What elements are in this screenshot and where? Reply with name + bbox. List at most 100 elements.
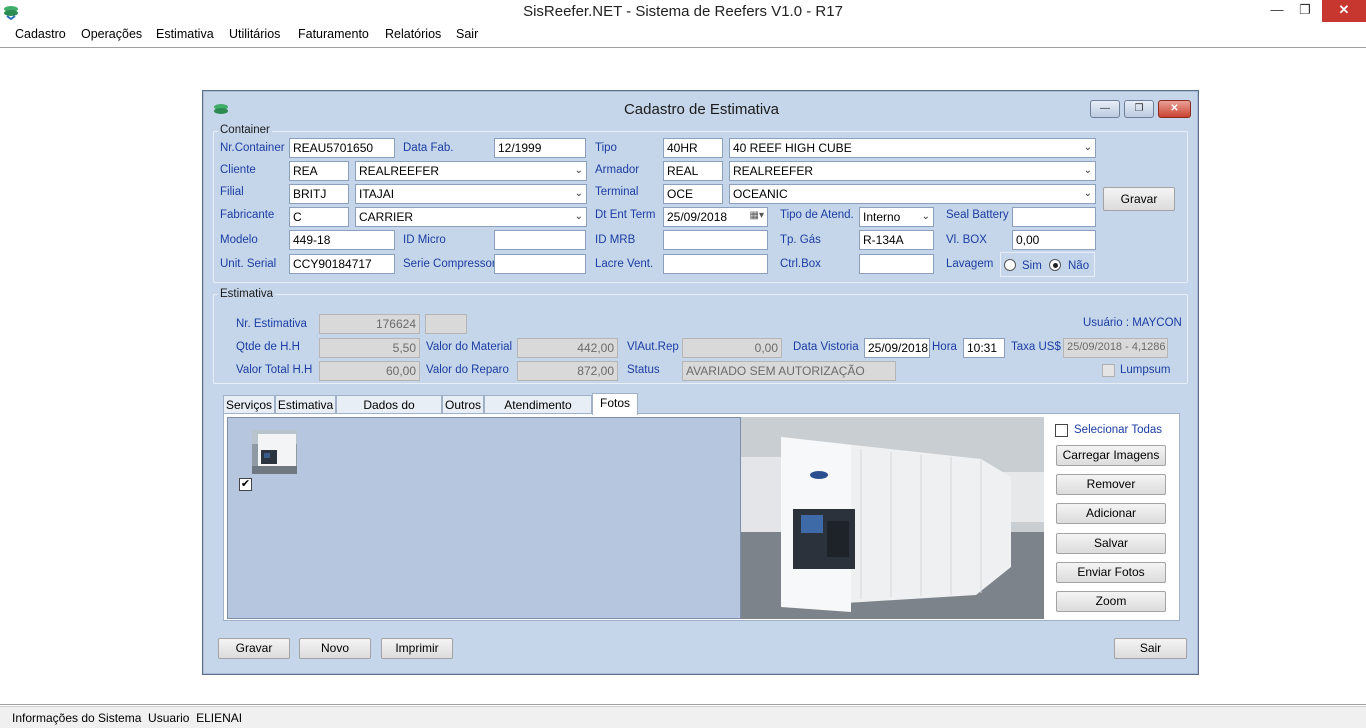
qtde-hh-input[interactable]: 5,50 [319,338,420,358]
nr-estimativa-input[interactable]: 176624 [319,314,420,334]
carregar-imagens-button[interactable]: Carregar Imagens [1056,445,1166,466]
tipo-code-input[interactable]: 40HR [663,138,723,158]
tab-estimativa[interactable]: Estimativa [275,395,336,415]
window-title: SisReefer.NET - Sistema de Reefers V1.0 … [523,3,843,20]
tab-outros[interactable]: Outros [442,395,484,415]
zoom-button[interactable]: Zoom [1056,591,1166,612]
terminal-code-input[interactable]: OCE [663,184,723,204]
tipo-label: Tipo [595,142,617,154]
nr-container-input[interactable]: REAU5701650 [289,138,395,158]
hora-input[interactable]: 10:31 [963,338,1005,358]
tab-dados-do-container[interactable]: Dados do Container [336,395,442,430]
ctrl-box-input[interactable] [859,254,934,274]
valor-reparo-input[interactable]: 872,00 [517,361,618,381]
nr-estimativa-extra[interactable] [425,314,467,334]
terminal-label: Terminal [595,186,639,198]
sair-button[interactable]: Sair [1114,638,1187,659]
status-input[interactable]: AVARIADO SEM AUTORIZAÇÃO [682,361,896,381]
lumpsum-checkbox[interactable] [1102,364,1115,377]
tab-fotos[interactable]: Fotos [592,393,638,415]
data-vistoria-input[interactable]: 25/09/2018 [864,338,930,358]
tp-gas-input[interactable]: R-134A [859,230,934,250]
vl-box-input[interactable]: 0,00 [1012,230,1096,250]
menu-relatorios[interactable]: Relatórios [385,27,441,41]
fabricante-select[interactable]: CARRIER ⌄ [355,207,587,227]
novo-button[interactable]: Novo [299,638,371,659]
modelo-input[interactable]: 449-18 [289,230,395,250]
gravar-button[interactable]: Gravar [218,638,290,659]
filial-code-input[interactable]: BRITJ [289,184,349,204]
filial-select[interactable]: ITAJAI ⌄ [355,184,587,204]
menu-operacoes[interactable]: Operações [81,27,142,41]
dialog-close-button[interactable]: ✕ [1158,100,1191,118]
status-bar: Informações do Sistema Usuario ELIENAI [0,706,1366,728]
armador-select[interactable]: REALREEFER ⌄ [729,161,1096,181]
cliente-select[interactable]: REALREEFER ⌄ [355,161,587,181]
close-button[interactable]: ✕ [1322,0,1366,22]
photo-preview [741,417,1044,619]
cliente-select-value: REALREEFER [359,164,440,178]
remover-button[interactable]: Remover [1056,474,1166,495]
dt-ent-term-label: Dt Ent Term [595,209,656,221]
tipo-select-value: 40 REEF HIGH CUBE [733,141,852,155]
armador-label: Armador [595,164,640,176]
menu-utilitarios[interactable]: Utilitários [229,27,280,41]
menu-estimativa[interactable]: Estimativa [156,27,214,41]
photo-select-checkbox[interactable]: ✔ [239,478,252,491]
menu-faturamento[interactable]: Faturamento [298,27,369,41]
data-fab-label: Data Fab. [403,142,454,154]
lavagem-sim-radio[interactable] [1004,259,1016,271]
vl-box-label: Vl. BOX [946,234,987,246]
cliente-code-input[interactable]: REA [289,161,349,181]
unit-serial-input[interactable]: CCY90184717 [289,254,395,274]
valor-total-hh-input[interactable]: 60,00 [319,361,420,381]
lavagem-nao-radio[interactable] [1049,259,1061,271]
taxa-us-input[interactable]: 25/09/2018 - 4,1286 [1063,338,1168,358]
photo-thumbnail[interactable] [252,430,297,474]
container-photo [741,417,1044,619]
gravar-container-button[interactable]: Gravar [1103,187,1175,211]
lavagem-nao-label[interactable]: Não [1068,260,1089,272]
dialog-restore-button[interactable]: ❐ [1124,100,1154,118]
tab-atendimento-externo[interactable]: Atendimento Externo [484,395,592,430]
valor-material-input[interactable]: 442,00 [517,338,618,358]
selecionar-todas-checkbox[interactable] [1055,424,1068,437]
tipo-select[interactable]: 40 REEF HIGH CUBE ⌄ [729,138,1096,158]
fabricante-code-input[interactable]: C [289,207,349,227]
lacre-vent-label: Lacre Vent. [595,258,654,270]
id-micro-label: ID Micro [403,234,446,246]
menu-sair[interactable]: Sair [456,27,478,41]
lavagem-label: Lavagem [946,258,994,270]
adicionar-button[interactable]: Adicionar [1056,503,1166,524]
salvar-button[interactable]: Salvar [1056,533,1166,554]
seal-battery-input[interactable] [1012,207,1096,227]
id-mrb-input[interactable] [663,230,768,250]
minimize-button[interactable]: — [1262,0,1292,22]
nr-estimativa-label: Nr. Estimativa [236,318,307,330]
data-fab-input[interactable]: 12/1999 [494,138,586,158]
imprimir-button[interactable]: Imprimir [381,638,453,659]
dialog-minimize-button[interactable]: — [1090,100,1120,118]
terminal-select[interactable]: OCEANIC ⌄ [729,184,1096,204]
selecionar-todas-label[interactable]: Selecionar Todas [1074,424,1162,436]
id-micro-input[interactable] [494,230,586,250]
lavagem-sim-label[interactable]: Sim [1022,260,1042,272]
usuario-label: Usuário : MAYCON [1083,317,1182,329]
cadastro-estimativa-window: Cadastro de Estimativa — ❐ ✕ Container N… [202,90,1199,675]
chevron-down-icon: ⌄ [1083,142,1092,153]
dt-ent-term-picker[interactable]: 25/09/2018 ▦▾ [663,207,768,227]
serie-compressor-input[interactable] [494,254,586,274]
enviar-fotos-button[interactable]: Enviar Fotos [1056,562,1166,583]
photo-thumbnail-list[interactable]: ✔ [227,417,741,619]
vlaut-rep-input[interactable]: 0,00 [682,338,782,358]
calendar-icon[interactable]: ▦▾ [750,210,764,221]
chevron-down-icon: ⌄ [1083,188,1092,199]
lacre-vent-input[interactable] [663,254,768,274]
qtde-hh-label: Qtde de H.H [236,341,300,353]
tipo-atend-label: Tipo de Atend. [780,209,854,221]
restore-button[interactable]: ❐ [1290,0,1320,22]
menu-cadastro[interactable]: Cadastro [15,27,66,41]
armador-code-input[interactable]: REAL [663,161,723,181]
tipo-atend-select[interactable]: Interno ⌄ [859,207,934,227]
tab-servicos[interactable]: Serviços [223,395,275,415]
